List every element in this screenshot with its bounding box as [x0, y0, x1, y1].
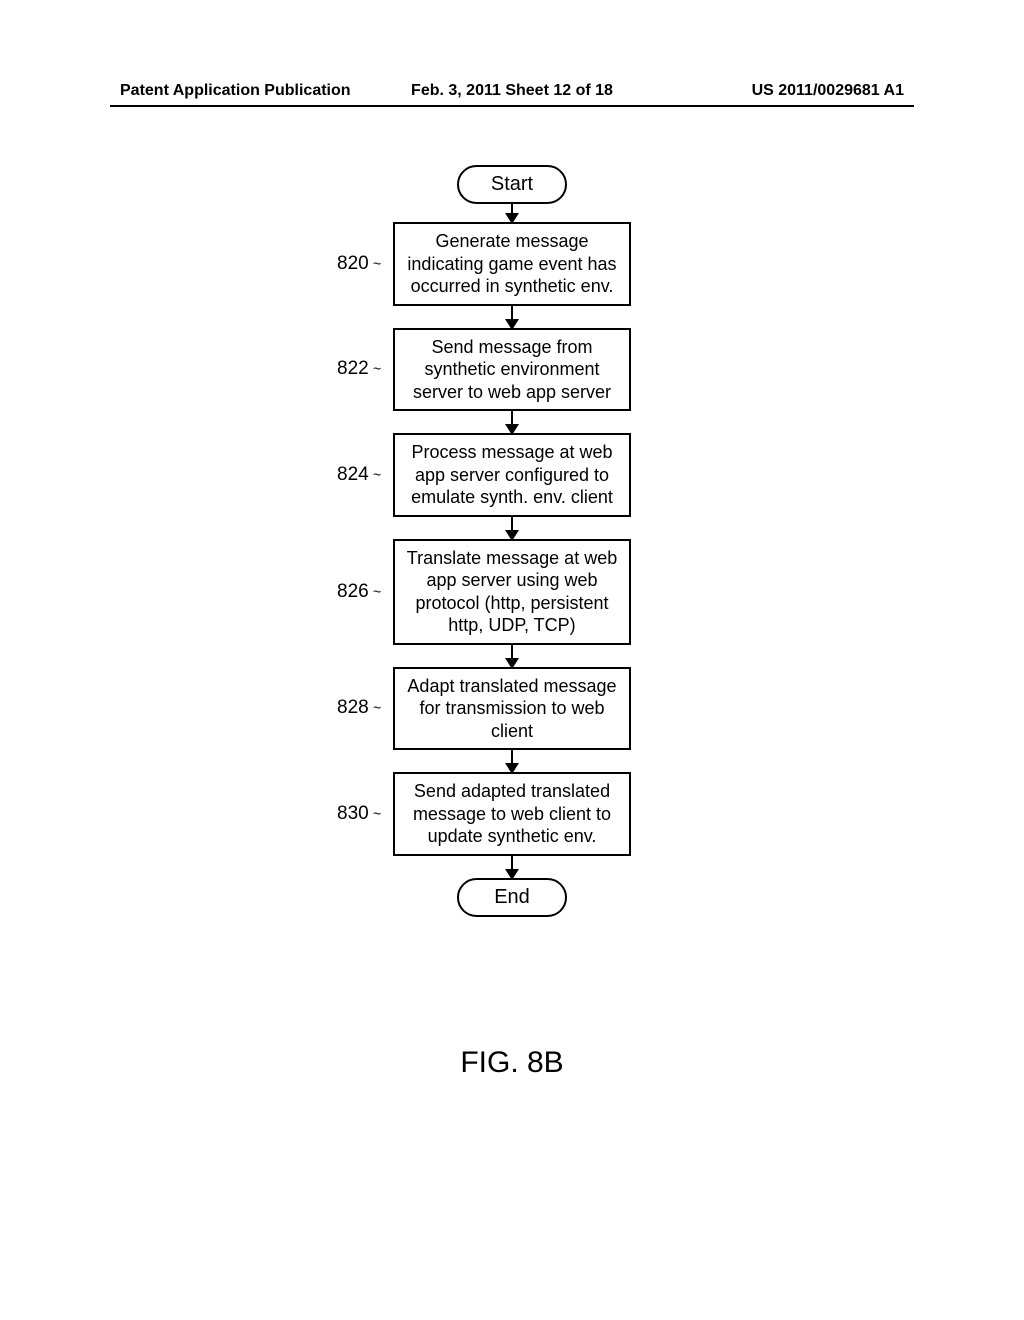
process-step-822: 822 ~ Send message from synthetic enviro… [393, 328, 631, 412]
header-divider [110, 105, 914, 107]
reference-connector: ~ [373, 361, 381, 379]
flow-arrow [511, 750, 513, 772]
start-terminal: Start [457, 165, 567, 204]
process-step-820: 820 ~ Generate message indicating game e… [393, 222, 631, 306]
flow-arrow [511, 645, 513, 667]
header-right-text: US 2011/0029681 A1 [643, 82, 904, 100]
reference-numeral: 822 [337, 357, 369, 381]
reference-numeral: 828 [337, 696, 369, 720]
process-step-824: 824 ~ Process message at web app server … [393, 433, 631, 517]
reference-numeral: 826 [337, 580, 369, 604]
reference-connector: ~ [373, 466, 381, 484]
reference-numeral: 820 [337, 252, 369, 276]
flow-arrow [511, 517, 513, 539]
page-header: Patent Application Publication Feb. 3, 2… [0, 82, 1024, 100]
reference-connector: ~ [373, 255, 381, 273]
step-text: Translate message at web app server usin… [407, 548, 617, 636]
reference-numeral: 830 [337, 802, 369, 826]
step-text: Generate message indicating game event h… [407, 231, 616, 296]
reference-numeral: 824 [337, 463, 369, 487]
header-left-text: Patent Application Publication [120, 82, 381, 100]
flow-arrow [511, 856, 513, 878]
step-text: Adapt translated message for transmissio… [407, 676, 616, 741]
flow-arrow [511, 306, 513, 328]
step-text: Send adapted translated message to web c… [413, 781, 611, 846]
step-text: Process message at web app server config… [411, 442, 613, 507]
step-text: Send message from synthetic environment … [413, 337, 611, 402]
flow-arrow [511, 204, 513, 222]
flow-arrow [511, 411, 513, 433]
reference-connector: ~ [373, 583, 381, 601]
flowchart-container: Start 820 ~ Generate message indicating … [393, 165, 631, 917]
process-step-828: 828 ~ Adapt translated message for trans… [393, 667, 631, 751]
figure-label: FIG. 8B [460, 1046, 563, 1080]
process-step-826: 826 ~ Translate message at web app serve… [393, 539, 631, 645]
reference-connector: ~ [373, 700, 381, 718]
reference-connector: ~ [373, 805, 381, 823]
end-terminal: End [457, 878, 567, 917]
process-step-830: 830 ~ Send adapted translated message to… [393, 772, 631, 856]
header-center-text: Feb. 3, 2011 Sheet 12 of 18 [381, 82, 642, 100]
